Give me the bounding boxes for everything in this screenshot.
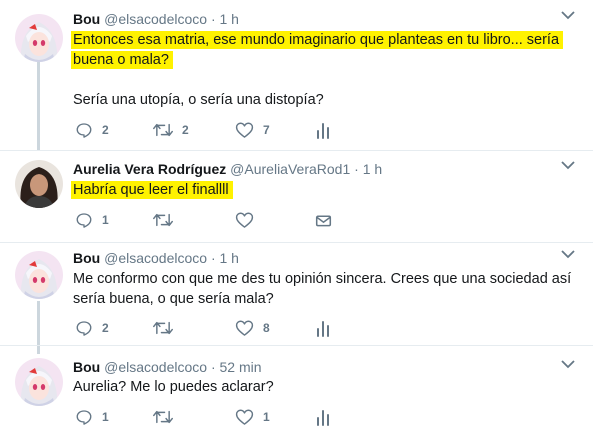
direct-message-icon xyxy=(315,214,332,226)
anime-girl-avatar-icon xyxy=(15,251,63,299)
reply-count: 2 xyxy=(102,321,109,335)
like-button[interactable]: 1 xyxy=(235,407,270,427)
tweet-actions: 1 xyxy=(73,210,353,230)
analytics-icon xyxy=(317,123,329,139)
reply-count: 1 xyxy=(102,410,109,424)
tweet-header: Bou @elsacodelcoco · 1 h xyxy=(73,248,239,268)
reply-button[interactable]: 1 xyxy=(75,210,109,230)
heart-icon xyxy=(235,212,254,228)
display-name[interactable]: Bou xyxy=(73,250,100,266)
tweet-text: Habría que leer el finallll xyxy=(71,180,233,200)
tweet-actions: 2 8 xyxy=(73,318,353,338)
avatar[interactable] xyxy=(15,251,63,299)
avatar[interactable] xyxy=(15,358,63,406)
display-name[interactable]: Aurelia Vera Rodríguez xyxy=(73,161,226,177)
heart-icon xyxy=(235,320,254,336)
retweet-icon xyxy=(153,123,173,137)
user-handle[interactable]: @elsacodelcoco xyxy=(104,11,207,27)
user-handle[interactable]: @elsacodelcoco xyxy=(104,250,207,266)
tweet-actions: 2 2 7 xyxy=(73,120,353,140)
reply-icon xyxy=(76,123,92,138)
display-name[interactable]: Bou xyxy=(73,11,100,27)
conversation-thread: Bou @elsacodelcoco · 1 h Entonces esa ma… xyxy=(0,0,593,436)
highlighted-text: buena o mala? xyxy=(71,51,173,69)
tweet[interactable]: Bou @elsacodelcoco · 1 h Me conformo con… xyxy=(0,242,593,346)
timestamp[interactable]: 1 h xyxy=(363,161,382,177)
like-count: 8 xyxy=(263,321,270,335)
tweet-header: Aurelia Vera Rodríguez @AureliaVeraRod1 … xyxy=(73,159,382,179)
like-count: 7 xyxy=(263,123,270,137)
anime-girl-avatar-icon xyxy=(15,14,63,62)
retweet-button[interactable] xyxy=(153,210,182,230)
highlighted-text: Entonces esa matria, ese mundo imaginari… xyxy=(71,31,564,49)
thread-connector-line xyxy=(37,346,40,354)
retweet-button[interactable]: 2 xyxy=(153,120,189,140)
analytics-icon xyxy=(317,321,329,337)
heart-icon xyxy=(235,122,254,138)
tweet[interactable]: Aurelia Vera Rodríguez @AureliaVeraRod1 … xyxy=(0,150,593,243)
thread-connector-line xyxy=(37,301,40,346)
tweet-header: Bou @elsacodelcoco · 1 h xyxy=(73,9,239,29)
display-name[interactable]: Bou xyxy=(73,359,100,375)
reply-button[interactable]: 2 xyxy=(75,318,109,338)
timestamp[interactable]: 52 min xyxy=(220,359,262,375)
user-handle[interactable]: @elsacodelcoco xyxy=(104,359,207,375)
highlighted-text: Habría que leer el finallll xyxy=(71,181,233,199)
reply-button[interactable]: 2 xyxy=(75,120,109,140)
reply-button[interactable]: 1 xyxy=(75,407,109,427)
tweet-actions: 1 1 xyxy=(73,407,353,427)
retweet-icon xyxy=(153,321,173,335)
chevron-down-icon[interactable] xyxy=(561,160,575,170)
heart-icon xyxy=(235,409,254,425)
text-line: Me conformo con que me des tu opinión si… xyxy=(73,271,572,287)
timestamp[interactable]: 1 h xyxy=(220,250,239,266)
analytics-icon xyxy=(317,410,329,426)
tweet-text: Me conformo con que me des tu opinión si… xyxy=(73,269,571,309)
chevron-down-icon[interactable] xyxy=(561,10,575,20)
direct-message-button[interactable] xyxy=(315,210,332,230)
tweet-text: Entonces esa matria, ese mundo imaginari… xyxy=(71,30,564,110)
like-count: 1 xyxy=(263,410,270,424)
separator-dot: · xyxy=(354,161,359,177)
chevron-down-icon[interactable] xyxy=(561,249,575,259)
woman-photo-avatar-icon xyxy=(15,160,63,208)
text-line: Aurelia? Me lo puedes aclarar? xyxy=(73,379,274,395)
retweet-icon xyxy=(153,410,173,424)
retweet-button[interactable] xyxy=(153,407,182,427)
separator-dot: · xyxy=(210,11,216,27)
retweet-button[interactable] xyxy=(153,318,182,338)
separator-dot: · xyxy=(210,250,216,266)
tweet-header: Bou @elsacodelcoco · 52 min xyxy=(73,357,262,377)
avatar[interactable] xyxy=(15,160,63,208)
thread-connector-line xyxy=(37,62,40,150)
reply-count: 2 xyxy=(102,123,109,137)
tweet-text: Aurelia? Me lo puedes aclarar? xyxy=(73,377,274,397)
reply-count: 1 xyxy=(102,213,109,227)
like-button[interactable]: 8 xyxy=(235,318,270,338)
text-line: Sería una utopía, o sería una distopía? xyxy=(73,92,324,108)
empty-line xyxy=(73,70,563,90)
like-button[interactable] xyxy=(235,210,263,230)
reply-icon xyxy=(76,213,92,228)
retweet-count: 2 xyxy=(182,123,189,137)
retweet-icon xyxy=(153,213,173,227)
user-handle[interactable]: @AureliaVeraRod1 xyxy=(230,161,350,177)
avatar[interactable] xyxy=(15,14,63,62)
anime-girl-avatar-icon xyxy=(15,358,63,406)
text-line: sería buena, o que sería mala? xyxy=(73,291,274,307)
tweet[interactable]: Bou @elsacodelcoco · 1 h Entonces esa ma… xyxy=(0,0,593,150)
analytics-button[interactable] xyxy=(316,407,330,427)
tweet[interactable]: Bou @elsacodelcoco · 52 min Aurelia? Me … xyxy=(0,345,593,437)
analytics-button[interactable] xyxy=(316,120,330,140)
reply-icon xyxy=(76,321,92,336)
analytics-button[interactable] xyxy=(316,318,330,338)
chevron-down-icon[interactable] xyxy=(561,359,575,369)
like-button[interactable]: 7 xyxy=(235,120,270,140)
separator-dot: · xyxy=(210,359,216,375)
timestamp[interactable]: 1 h xyxy=(220,11,239,27)
reply-icon xyxy=(76,410,92,425)
